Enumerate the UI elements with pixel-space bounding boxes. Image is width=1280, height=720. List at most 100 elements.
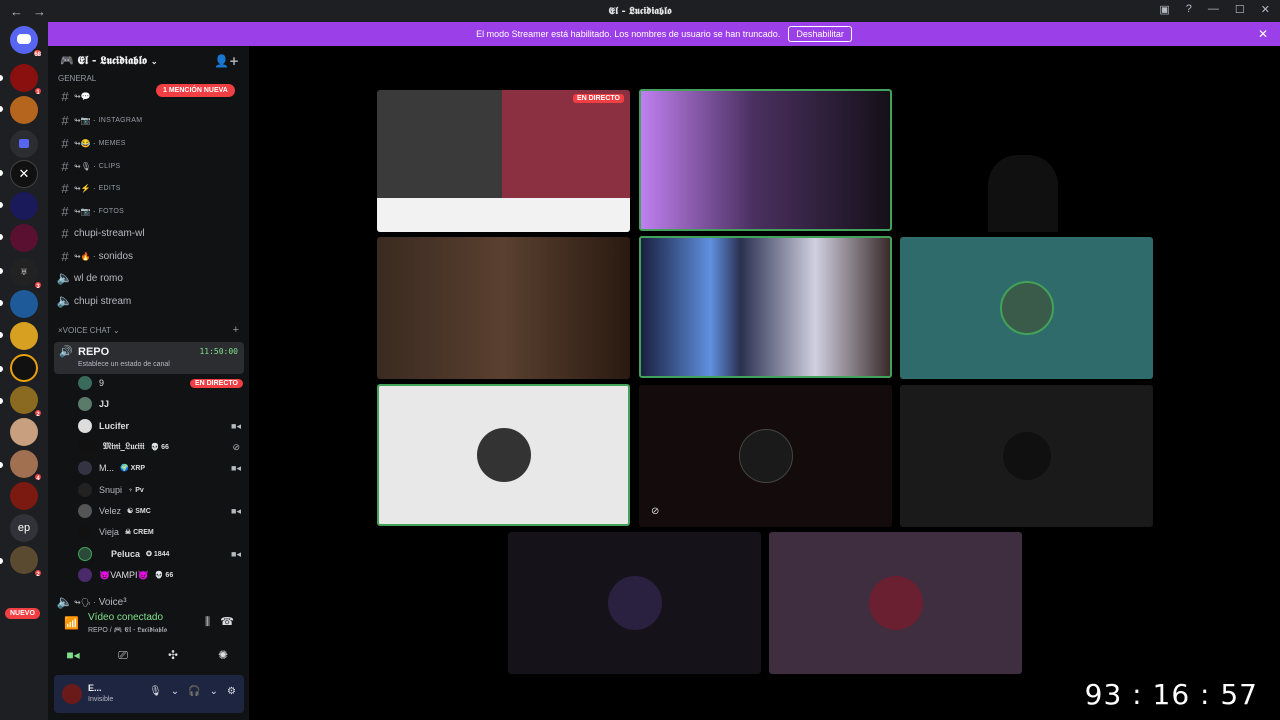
server-icon[interactable]: ✕	[10, 160, 38, 188]
avatar-tile[interactable]	[900, 385, 1153, 527]
server-header[interactable]: 🎮 𝕰𝖑 - 𝕷𝖚𝖈𝖎𝖉𝖎𝖆𝖇𝖑𝖔 ⌄ 👤+	[48, 46, 249, 76]
camera-icon[interactable]: ■◂	[58, 648, 88, 663]
active-voice-channel[interactable]: 🔊 REPO 11:50:00 Establece un estado de c…	[54, 342, 244, 374]
user-status: Invisible	[88, 696, 114, 703]
voice-member[interactable]: Peluca ✪ 1844 ■◂	[78, 544, 243, 564]
avatar-tile[interactable]: ⊘	[639, 385, 892, 527]
inbox-icon[interactable]: ▣	[1159, 3, 1169, 16]
server-icon[interactable]: ♅ 3	[10, 258, 43, 290]
muted-mic-icon: ⊘	[232, 441, 240, 452]
channel-clips[interactable]: # ↬🎙 · CLIPS	[56, 156, 244, 176]
lightning-emoji-icon: ↬⚡ ·	[74, 183, 96, 193]
add-member-icon[interactable]: 👤+	[214, 54, 239, 68]
connection-status[interactable]: Vídeo conectado	[88, 612, 163, 623]
server-icon[interactable]: ep	[10, 514, 38, 542]
voice-channel-voice[interactable]: 🔈 ↬🗣 · Voice³	[56, 592, 244, 612]
voice-member[interactable]: 😈VAMPI😈 💀 66	[78, 565, 243, 585]
headphones-icon[interactable]: 🎧	[188, 686, 200, 697]
voice-member[interactable]: JJ	[78, 394, 243, 414]
live-badge: EN DIRECTO	[189, 378, 243, 388]
voice-member[interactable]: Velez ☯ SMC ■◂	[78, 501, 243, 521]
noise-suppression-icon[interactable]: ⫼	[205, 616, 210, 629]
folder-icon[interactable]	[10, 130, 38, 158]
server-icon[interactable]	[10, 354, 38, 382]
avatar-tile[interactable]	[377, 384, 630, 526]
channel-fotos[interactable]: # ↬📷 · FOTOS	[56, 201, 244, 221]
voice-member[interactable]: M... 🌍 XRP ■◂	[78, 458, 243, 478]
soundboard-icon[interactable]: ✺	[208, 648, 238, 663]
server-icon[interactable]: 4	[10, 450, 43, 482]
server-icon[interactable]	[10, 418, 38, 446]
add-channel-icon[interactable]: +	[233, 324, 239, 336]
server-icon[interactable]	[10, 192, 38, 220]
home-discord-icon[interactable]: 68	[10, 26, 43, 58]
channel-chupi-stream-wl[interactable]: # chupi-stream-wl	[56, 223, 244, 243]
voice-member[interactable]: Lucifer ■◂	[78, 416, 243, 436]
new-mention-badge[interactable]: 1 MENCIÓN NUEVA	[156, 84, 235, 97]
voice-channel-wl-de-romo[interactable]: 🔈 wl de romo	[56, 268, 244, 288]
signal-icon[interactable]: 📶	[64, 616, 79, 630]
username[interactable]: E...	[88, 683, 102, 693]
fire-emoji-icon: ↬🔥 ·	[74, 251, 96, 261]
chevron-down-icon[interactable]: ⌄	[171, 686, 179, 697]
activities-icon[interactable]: ✣	[158, 648, 188, 663]
speaker-icon: 🔈	[56, 594, 74, 609]
server-icon[interactable]: 2	[10, 386, 43, 418]
video-tile[interactable]	[377, 237, 630, 379]
screen-share-icon[interactable]: ⎚	[108, 648, 138, 663]
channel-instagram[interactable]: # ↬📷 · INSTAGRAM	[56, 110, 244, 130]
maximize-icon[interactable]: ☐	[1235, 3, 1245, 16]
disable-streamer-button[interactable]: Deshabilitar	[788, 26, 852, 42]
hash-icon: #	[61, 135, 69, 151]
category-voice-chat[interactable]: ×VOICE CHAT ⌄	[58, 326, 120, 335]
banner-close-icon[interactable]: ✕	[1258, 27, 1268, 41]
server-icon[interactable]	[10, 290, 38, 318]
server-icon[interactable]	[10, 482, 38, 510]
speaker-icon: 🔈	[56, 293, 74, 308]
chevron-down-icon[interactable]: ⌄	[210, 686, 218, 697]
avatar	[78, 504, 92, 518]
close-window-icon[interactable]: ✕	[1261, 3, 1270, 16]
video-tile[interactable]	[639, 89, 892, 231]
avatar[interactable]	[62, 684, 82, 704]
overlay-timer: 93 : 16 : 57	[1084, 678, 1258, 711]
new-servers-badge[interactable]: NUEVO	[5, 608, 40, 619]
voice-member[interactable]: 𝔐𝔦𝔫𝔦_𝔏𝔲𝔠𝔦𝔦𝔦 💀 66 ⊘	[78, 437, 243, 457]
channel-edits[interactable]: # ↬⚡ · EDITS	[56, 178, 244, 198]
settings-gear-icon[interactable]: ⚙	[227, 686, 236, 697]
avatar	[78, 397, 92, 411]
connection-location[interactable]: REPO / 🎮 𝕰𝖑 - 𝕷𝖚𝖈𝖎𝖉𝖎𝖆𝖇𝖑𝖔	[88, 626, 167, 635]
video-grid: EN DIRECTO ⊘	[249, 46, 1280, 720]
set-channel-status[interactable]: Establece un estado de canal	[78, 361, 170, 368]
chevron-down-icon: ⌄	[150, 56, 158, 66]
channel-sonidos[interactable]: # ↬🔥 · sonidos	[56, 246, 244, 266]
avatar	[78, 376, 92, 390]
help-icon[interactable]: ?	[1186, 3, 1192, 16]
streamer-mode-banner: El modo Streamer está habilitado. Los no…	[48, 22, 1280, 46]
window-title: 𝕰𝖑 - 𝕷𝖚𝖈𝖎𝖉𝖎𝖆𝖇𝖑𝖔	[608, 5, 672, 17]
server-icon[interactable]	[10, 96, 38, 124]
server-icon[interactable]: 1	[10, 64, 43, 96]
voice-member[interactable]: 9 EN DIRECTO	[78, 373, 243, 393]
category-general[interactable]: GENERAL	[58, 74, 96, 83]
avatar	[476, 428, 531, 482]
avatar-tile[interactable]	[900, 237, 1153, 379]
avatar	[78, 483, 92, 497]
avatar-tile[interactable]	[769, 532, 1022, 674]
stream-tile[interactable]: EN DIRECTO	[377, 90, 630, 232]
server-icon[interactable]	[10, 224, 38, 252]
minimize-icon[interactable]: —	[1208, 3, 1219, 16]
camera-icon: ■◂	[231, 548, 241, 559]
server-icon[interactable]	[10, 322, 38, 350]
video-tile[interactable]	[900, 90, 1153, 232]
voice-member[interactable]: Vieja ☠ CREM	[78, 522, 243, 542]
disconnect-icon[interactable]: ☎	[220, 615, 234, 628]
voice-channel-chupi-stream[interactable]: 🔈 chupi stream	[56, 291, 244, 311]
avatar	[1002, 432, 1051, 480]
server-icon[interactable]: 2	[10, 546, 43, 578]
avatar-tile[interactable]	[508, 532, 761, 674]
video-tile[interactable]	[639, 236, 892, 378]
microphone-icon[interactable]: 🎙	[149, 686, 162, 697]
channel-memes[interactable]: # ↬😂 · MEMES	[56, 133, 244, 153]
voice-member[interactable]: Snupi ♆ Pv	[78, 480, 243, 500]
